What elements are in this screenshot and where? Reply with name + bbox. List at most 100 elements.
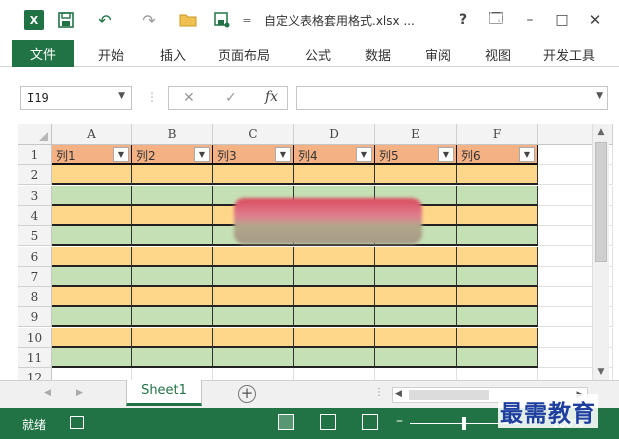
table-cell[interactable] <box>294 246 375 267</box>
expand-formula-bar-icon[interactable]: ▼ <box>596 91 603 101</box>
close-button[interactable]: ✕ <box>584 9 606 31</box>
formula-input[interactable]: ▼ <box>296 86 608 110</box>
table-cell[interactable] <box>457 307 538 328</box>
row-header-1[interactable]: 1 <box>18 145 52 165</box>
table-cell[interactable] <box>457 246 538 267</box>
page-layout-view-button[interactable] <box>320 414 336 430</box>
open-folder-icon[interactable] <box>178 10 198 30</box>
table-cell[interactable] <box>132 246 213 267</box>
table-cell[interactable] <box>213 246 294 267</box>
scroll-up-icon[interactable]: ▲ <box>593 124 609 140</box>
table-cell[interactable] <box>132 287 213 308</box>
column-header-b[interactable]: B <box>132 124 213 145</box>
tab-page-layout[interactable]: 页面布局 <box>218 45 270 64</box>
name-box[interactable]: I19 ▼ <box>20 86 132 110</box>
row-header-2[interactable]: 2 <box>18 165 52 186</box>
table-cell[interactable] <box>294 266 375 287</box>
table-cell[interactable] <box>52 165 132 186</box>
scroll-down-icon[interactable]: ▼ <box>593 364 609 380</box>
normal-view-button[interactable] <box>278 414 294 430</box>
page-break-view-button[interactable] <box>362 414 378 430</box>
vertical-scroll-thumb[interactable] <box>595 142 607 262</box>
row-header-12[interactable]: 12 <box>18 368 52 380</box>
table-cell[interactable] <box>213 307 294 328</box>
table-cell[interactable] <box>52 307 132 328</box>
table-cell[interactable] <box>457 165 538 186</box>
table-header-cell[interactable]: 列4 ▼ <box>294 145 375 165</box>
table-cell[interactable] <box>375 287 457 308</box>
table-cell[interactable] <box>294 327 375 348</box>
table-cell[interactable] <box>375 165 457 186</box>
empty-cell[interactable] <box>457 368 538 380</box>
table-cell[interactable] <box>213 348 294 368</box>
tab-insert[interactable]: 插入 <box>160 45 186 64</box>
prev-sheet-icon[interactable]: ◀ <box>44 388 51 398</box>
table-cell[interactable] <box>213 327 294 348</box>
redo-icon[interactable]: ↷ <box>134 10 164 30</box>
tab-home[interactable]: 开始 <box>98 45 124 64</box>
empty-cell[interactable] <box>52 368 132 380</box>
row-header-5[interactable]: 5 <box>18 226 52 247</box>
table-cell[interactable] <box>52 348 132 368</box>
scroll-left-icon[interactable]: ◀ <box>395 389 402 399</box>
table-header-cell[interactable]: 列2 ▼ <box>132 145 213 165</box>
table-cell[interactable] <box>375 348 457 368</box>
row-header-8[interactable]: 8 <box>18 287 52 308</box>
tab-view[interactable]: 视图 <box>485 45 511 64</box>
table-header-cell[interactable]: 列1 ▼ <box>52 145 132 165</box>
macro-record-icon[interactable] <box>70 416 84 429</box>
table-cell[interactable] <box>294 348 375 368</box>
tab-file[interactable]: 文件 <box>12 40 74 67</box>
empty-cell[interactable] <box>132 368 213 380</box>
table-cell[interactable] <box>375 266 457 287</box>
worksheet-grid[interactable]: A B C D E F G 1列1▼列2▼列3▼列4▼列5▼列6▼2345678… <box>18 124 613 380</box>
row-header-7[interactable]: 7 <box>18 266 52 287</box>
next-sheet-icon[interactable]: ▶ <box>76 388 83 398</box>
vertical-scrollbar[interactable]: ▲ ▼ <box>592 124 609 380</box>
horizontal-scroll-thumb[interactable] <box>409 390 489 400</box>
help-button[interactable]: ? <box>452 9 474 31</box>
table-cell[interactable] <box>294 307 375 328</box>
column-header-c[interactable]: C <box>213 124 294 145</box>
table-cell[interactable] <box>457 327 538 348</box>
table-cell[interactable] <box>375 327 457 348</box>
table-cell[interactable] <box>52 327 132 348</box>
table-cell[interactable] <box>132 348 213 368</box>
table-cell[interactable] <box>457 205 538 226</box>
table-cell[interactable] <box>294 287 375 308</box>
table-cell[interactable] <box>52 205 132 226</box>
table-cell[interactable] <box>213 287 294 308</box>
table-cell[interactable] <box>375 246 457 267</box>
row-header-11[interactable]: 11 <box>18 348 52 368</box>
insert-function-icon[interactable]: fx <box>265 89 278 105</box>
filter-dropdown-icon[interactable]: ▼ <box>113 147 129 162</box>
save-as-icon[interactable] <box>212 10 232 30</box>
row-header-9[interactable]: 9 <box>18 307 52 328</box>
column-header-f[interactable]: F <box>457 124 538 145</box>
zoom-out-button[interactable]: – <box>396 413 403 429</box>
row-header-4[interactable]: 4 <box>18 205 52 226</box>
filter-dropdown-icon[interactable]: ▼ <box>356 147 372 162</box>
row-header-10[interactable]: 10 <box>18 327 52 348</box>
table-cell[interactable] <box>132 266 213 287</box>
table-cell[interactable] <box>52 246 132 267</box>
table-cell[interactable] <box>132 307 213 328</box>
column-header-a[interactable]: A <box>52 124 132 145</box>
table-cell[interactable] <box>132 205 213 226</box>
empty-cell[interactable] <box>294 368 375 380</box>
table-cell[interactable] <box>294 165 375 186</box>
filter-dropdown-icon[interactable]: ▼ <box>275 147 291 162</box>
zoom-slider-thumb[interactable] <box>462 417 466 430</box>
filter-dropdown-icon[interactable]: ▼ <box>519 147 535 162</box>
table-cell[interactable] <box>457 266 538 287</box>
add-sheet-icon[interactable]: + <box>238 385 256 403</box>
table-cell[interactable] <box>457 226 538 247</box>
row-header-6[interactable]: 6 <box>18 246 52 267</box>
sheet-tab-sheet1[interactable]: Sheet1 <box>126 380 202 406</box>
maximize-button[interactable]: □ <box>551 9 573 31</box>
filter-dropdown-icon[interactable]: ▼ <box>438 147 454 162</box>
chevron-down-icon[interactable]: ▼ <box>118 91 125 101</box>
table-cell[interactable] <box>132 165 213 186</box>
cancel-icon[interactable]: ✕ <box>183 90 195 106</box>
minimize-button[interactable]: – <box>519 9 541 31</box>
